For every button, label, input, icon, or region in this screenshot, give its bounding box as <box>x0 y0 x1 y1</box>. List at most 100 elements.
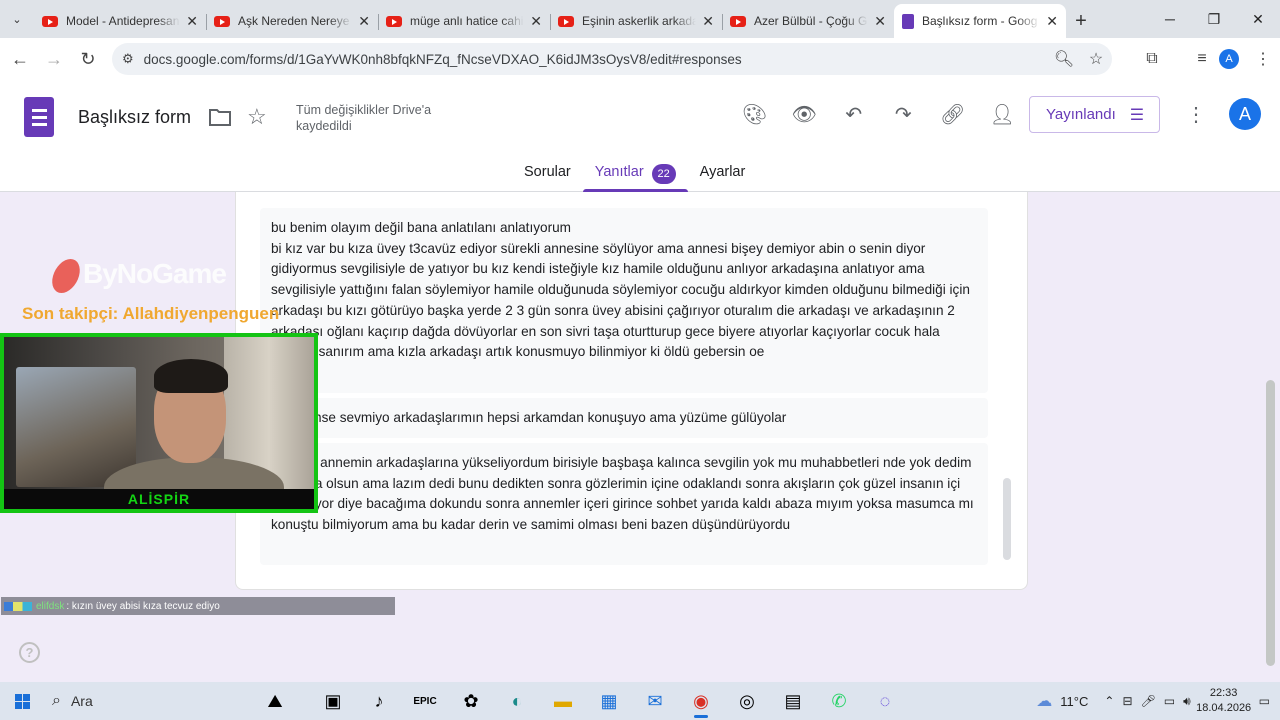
streamer-hair <box>154 359 228 393</box>
taskbar: ⌕ Ara ⛰ ▣ ♪ EPIC ✿ ◐ ▬ ▦ ✉ ◉ ◎ ▤ ✆ ◌ ☁ 1… <box>0 682 1280 720</box>
forward-icon[interactable]: → <box>37 42 71 76</box>
file-explorer-icon[interactable]: ▬ <box>540 682 586 720</box>
save-status: Tüm değişiklikler Drive'a kaydedildi <box>296 103 432 133</box>
taskbar-search[interactable]: ⌕ Ara <box>44 682 240 720</box>
response-item: beni kimse sevmiyo arkadaşlarımın hepsi … <box>260 398 988 438</box>
youtube-icon <box>214 15 230 27</box>
publish-button[interactable]: Yayınlandı ☰ <box>1029 96 1160 133</box>
google-forms-logo[interactable] <box>24 97 54 137</box>
close-tab-icon[interactable]: ✕ <box>702 13 714 30</box>
undo-icon[interactable]: ↶ <box>829 98 879 130</box>
browser-tab-active[interactable]: Başlıksız form - Goog ✕ <box>894 4 1066 38</box>
close-tab-icon[interactable]: ✕ <box>186 13 198 30</box>
restore-icon[interactable]: ❐ <box>1192 0 1236 38</box>
browser-tab-strip: ⌄ Model - Antidepresan ✕ Aşk Nereden Ner… <box>0 0 1280 38</box>
tray-app-icon[interactable]: ⊟ <box>1122 694 1132 708</box>
forms-icon <box>902 13 914 29</box>
youtube-icon <box>558 15 574 27</box>
tab-search-chevron-icon[interactable]: ⌄ <box>0 0 34 38</box>
widgets-landscape-icon[interactable]: ⛰ <box>240 682 310 720</box>
palette-icon[interactable]: 🎨︎ <box>730 98 780 130</box>
epic-games-icon[interactable]: EPIC <box>402 682 448 720</box>
browser-tab[interactable]: Eşinin askerlik arkada ✕ <box>550 4 722 38</box>
calculator-icon[interactable]: ▤ <box>770 682 816 720</box>
chat-text: : kızın üvey abisi kıza tecvuz ediyo <box>66 600 220 612</box>
store-icon[interactable]: ▦ <box>586 682 632 720</box>
minimize-icon[interactable]: ─ <box>1148 0 1192 38</box>
link-icon[interactable]: 🔗︎ <box>928 98 978 130</box>
add-collaborator-icon[interactable]: 👤︎ <box>978 98 1028 130</box>
account-avatar[interactable]: A <box>1229 98 1261 130</box>
profile-avatar[interactable]: A <box>1219 49 1239 69</box>
star-icon[interactable]: ☆ <box>247 104 267 130</box>
tab-settings[interactable]: Ayarlar <box>688 162 758 192</box>
tab-title: müge anlı hatice cahi <box>410 14 524 28</box>
volume-icon[interactable]: 🔊︎ <box>1183 694 1191 709</box>
redo-icon[interactable]: ↷ <box>879 98 929 130</box>
obs-icon[interactable]: ◎ <box>724 682 770 720</box>
url-text[interactable]: docs.google.com/forms/d/1GaYvWK0nh8bfqkN… <box>144 52 742 67</box>
outlook-icon[interactable]: ✉ <box>632 682 678 720</box>
browser-tab[interactable]: Aşk Nereden Nereye ✕ <box>206 4 378 38</box>
windows-start-icon[interactable] <box>0 682 44 720</box>
task-view-icon[interactable]: ▣ <box>310 682 356 720</box>
help-icon[interactable]: ? <box>19 642 40 663</box>
app-circle-icon[interactable]: ◌ <box>862 682 908 720</box>
weather-temp[interactable]: 11°C <box>1060 694 1088 709</box>
browser-toolbar: ← → ↻ ⚙ docs.google.com/forms/d/1GaYvWK0… <box>0 38 1280 80</box>
close-tab-icon[interactable]: ✕ <box>530 13 542 30</box>
browser-tab[interactable]: Model - Antidepresan ✕ <box>34 4 206 38</box>
tab-title: Model - Antidepresan <box>66 14 180 28</box>
close-tab-icon[interactable]: ✕ <box>1046 13 1058 30</box>
youtube-icon <box>386 15 402 27</box>
wall-painting <box>16 367 136 487</box>
media-controls-icon[interactable]: ≡ <box>1185 42 1219 76</box>
network-icon[interactable]: ▭ <box>1164 694 1175 708</box>
site-info-icon[interactable]: ⚙ <box>122 51 134 67</box>
close-tab-icon[interactable]: ✕ <box>358 13 370 30</box>
sliders-icon: ☰ <box>1129 106 1145 124</box>
page-scrollbar[interactable] <box>1266 380 1275 666</box>
tiktok-icon[interactable]: ♪ <box>356 682 402 720</box>
notifications-icon[interactable]: ▭ <box>1259 694 1270 708</box>
back-icon[interactable]: ← <box>3 42 37 76</box>
clock-date: 18.04.2026 <box>1196 702 1252 714</box>
responses-count-badge: 22 <box>651 164 676 184</box>
folder-icon[interactable] <box>209 108 231 126</box>
form-title[interactable]: Başlıksız form <box>78 107 191 128</box>
tab-responses-label: Yanıtlar <box>594 164 644 180</box>
chat-badges-icon <box>4 601 32 611</box>
close-tab-icon[interactable]: ✕ <box>874 13 886 30</box>
weather-cloud-icon[interactable]: ☁ <box>1036 691 1052 711</box>
streamer-name: ALİSPİR <box>4 489 314 509</box>
whatsapp-icon[interactable]: ✆ <box>816 682 862 720</box>
response-item: ününde annemin arkadaşlarına yükseliyord… <box>260 443 988 565</box>
chrome-icon[interactable]: ◉ <box>678 682 724 720</box>
close-window-icon[interactable]: ✕ <box>1236 0 1280 38</box>
response-item: bu benim olayım değil bana anlatılanı an… <box>260 208 988 393</box>
more-options-icon[interactable]: ⋮ <box>1186 102 1206 127</box>
search-icon: ⌕ <box>52 692 61 709</box>
tab-title: Başlıksız form - Goog <box>922 14 1038 28</box>
browser-tab[interactable]: Azer Bülbül - Çoğu G ✕ <box>722 4 894 38</box>
responses-scrollbar[interactable] <box>1003 478 1011 560</box>
reload-icon[interactable]: ↻ <box>71 42 105 76</box>
form-tabs: Sorular Yanıtlar 22 Ayarlar <box>512 162 757 192</box>
tray-mic-icon[interactable]: 🎤︎ <box>1141 694 1156 708</box>
browser-menu-icon[interactable]: ⋮ <box>1246 42 1280 76</box>
last-follower-text: Son takipçi: Allahdiyenpenguen <box>22 304 280 323</box>
new-tab-button[interactable]: + <box>1066 4 1096 38</box>
zoom-icon[interactable]: 🔍︎ <box>1048 49 1080 69</box>
tab-responses[interactable]: Yanıtlar 22 <box>582 162 688 192</box>
tray-chevron-icon[interactable]: ⌃ <box>1104 694 1114 708</box>
extensions-icon[interactable]: ⧉ <box>1135 42 1169 76</box>
publish-label: Yayınlandı <box>1046 106 1116 123</box>
copilot-icon[interactable]: ✿ <box>448 682 494 720</box>
bookmark-star-icon[interactable]: ☆ <box>1080 49 1112 69</box>
tab-questions[interactable]: Sorular <box>512 162 583 192</box>
address-bar[interactable]: ⚙ docs.google.com/forms/d/1GaYvWK0nh8bfq… <box>112 43 1112 75</box>
browser-tab[interactable]: müge anlı hatice cahi ✕ <box>378 4 550 38</box>
clock[interactable]: 22:33 18.04.2026 <box>1195 686 1253 716</box>
edge-icon[interactable]: ◐ <box>494 682 540 720</box>
preview-eye-icon[interactable]: 👁︎ <box>780 98 830 130</box>
